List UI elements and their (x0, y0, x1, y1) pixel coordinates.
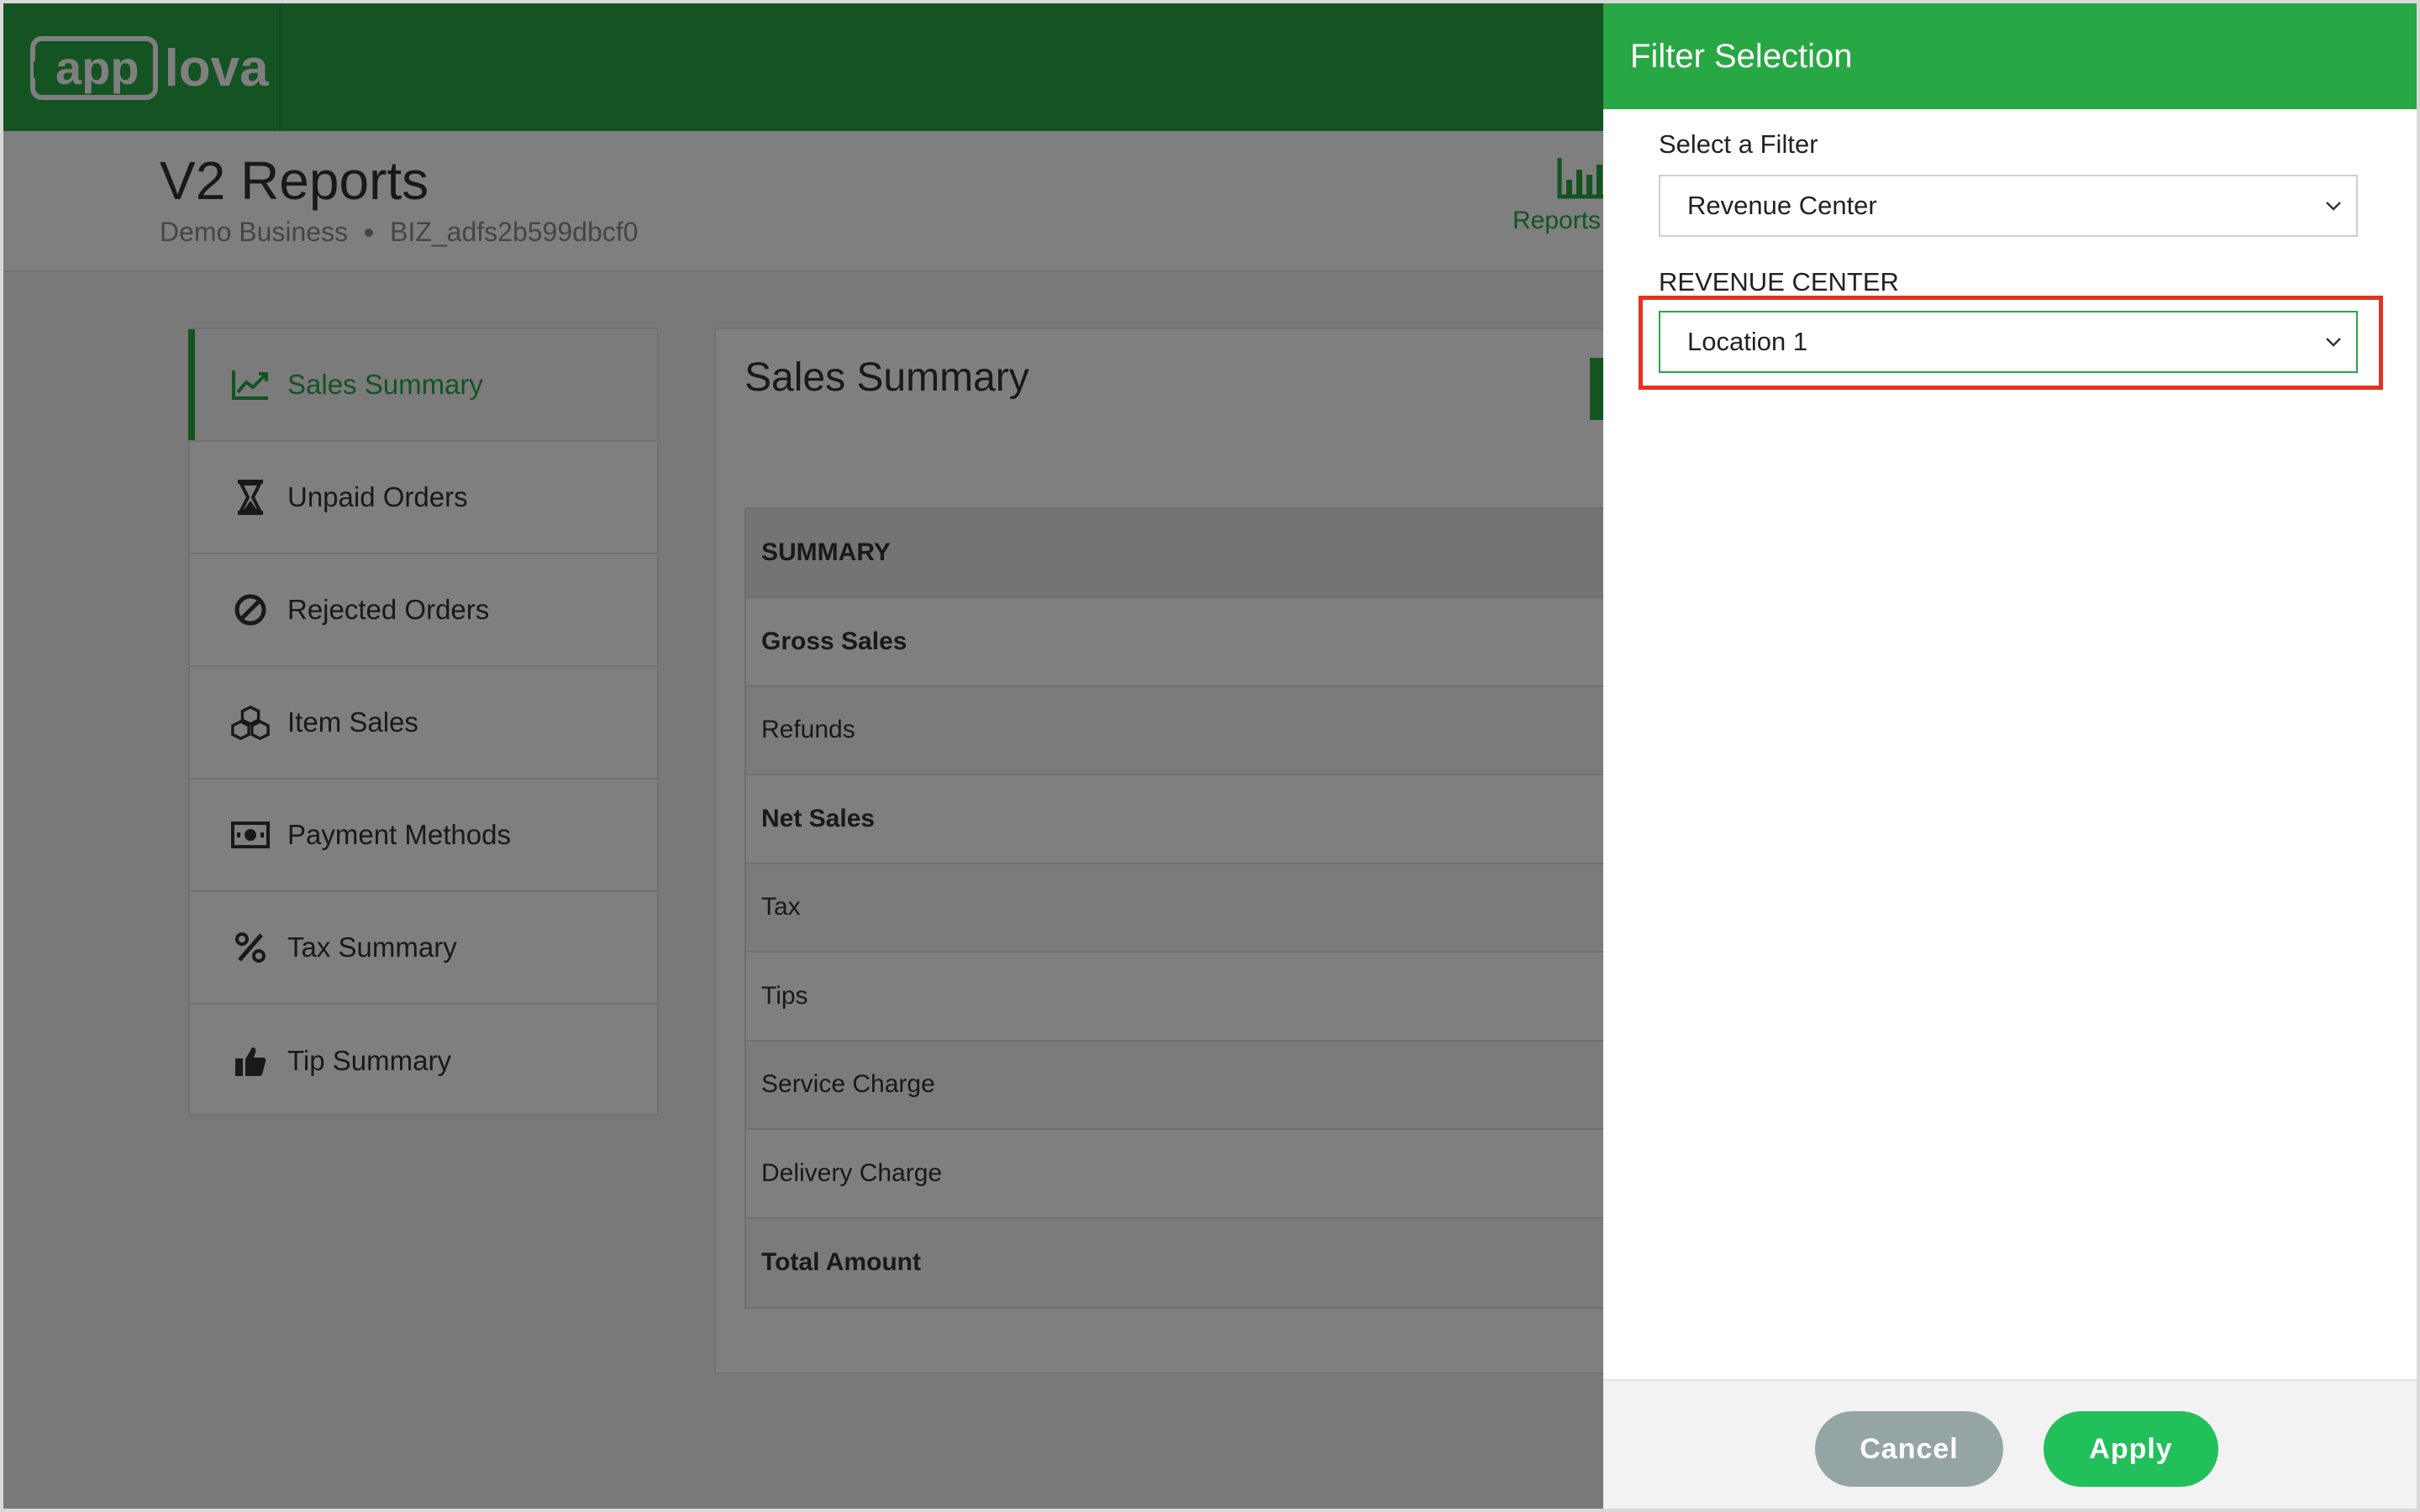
select-filter-label: Select a Filter (1659, 129, 1818, 159)
drawer-footer: Cancel Apply (1603, 1379, 2417, 1509)
chevron-down-icon (2326, 202, 2341, 211)
revenue-center-value: Location 1 (1687, 327, 1808, 356)
filter-drawer: Filter Selection Select a Filter Revenue… (1603, 3, 2417, 1509)
filter-type-select[interactable]: Revenue Center (1659, 175, 2358, 237)
filter-type-value: Revenue Center (1687, 191, 1877, 220)
revenue-center-select[interactable]: Location 1 (1659, 311, 2358, 373)
revenue-center-label: REVENUE CENTER (1659, 267, 1899, 297)
cancel-button[interactable]: Cancel (1815, 1411, 2003, 1487)
apply-button[interactable]: Apply (2044, 1411, 2218, 1487)
app-window: app lova V2 Reports Demo Business BIZ_ad… (0, 0, 2420, 1512)
drawer-title: Filter Selection (1603, 3, 2417, 109)
chevron-down-icon (2326, 338, 2341, 347)
